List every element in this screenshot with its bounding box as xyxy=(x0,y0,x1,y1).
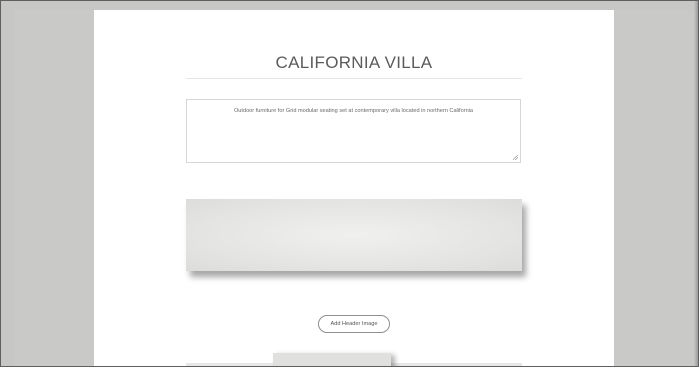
resize-handle-icon[interactable] xyxy=(513,155,518,160)
app-window: CALIFORNIA VILLA Outdoor furniture for G… xyxy=(0,0,699,367)
add-header-image-button[interactable]: Add Header Image xyxy=(318,315,390,333)
left-gutter xyxy=(14,10,94,366)
project-title[interactable]: CALIFORNIA VILLA xyxy=(94,53,614,73)
project-editor-page: CALIFORNIA VILLA Outdoor furniture for G… xyxy=(94,10,614,366)
project-description-field[interactable]: Outdoor furniture for Grid modular seati… xyxy=(186,99,521,163)
header-image-placeholder xyxy=(186,199,522,271)
right-gutter xyxy=(614,10,694,366)
title-divider xyxy=(186,78,522,79)
gallery-image-tile[interactable] xyxy=(273,353,391,366)
project-description-text: Outdoor furniture for Grid modular seati… xyxy=(233,108,474,114)
